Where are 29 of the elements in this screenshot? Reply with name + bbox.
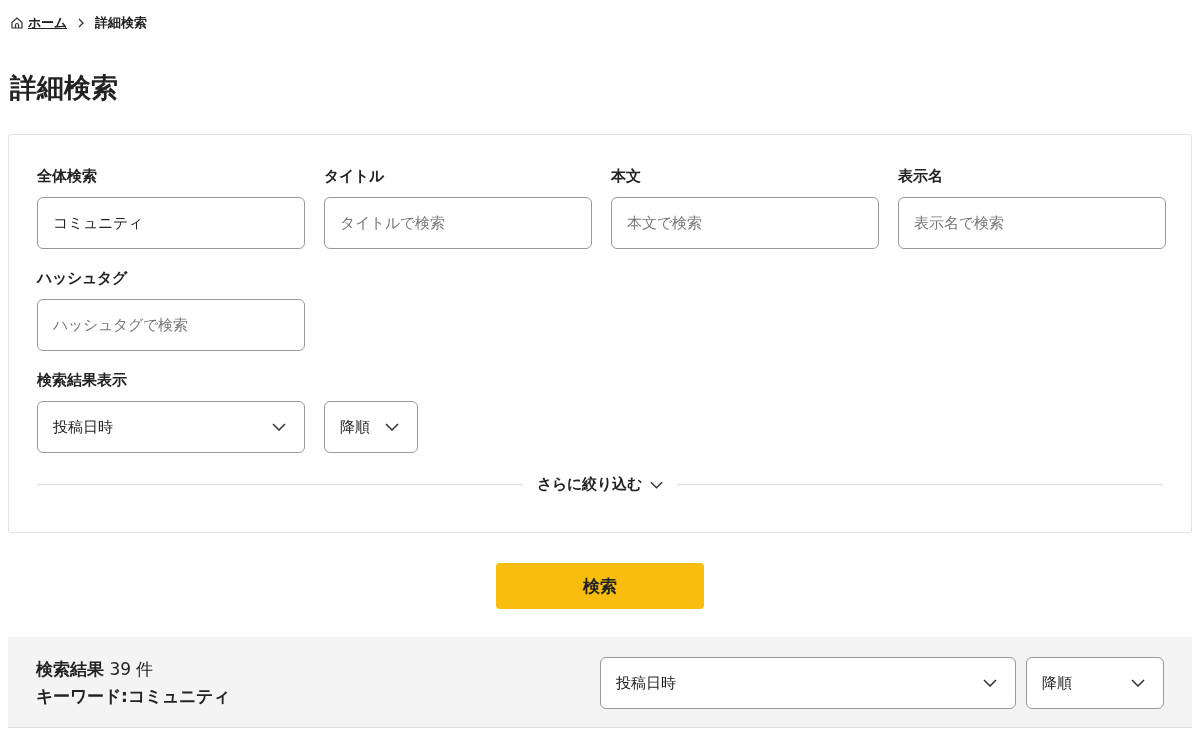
input-field[interactable]: ハッシュタグで検索	[37, 299, 305, 351]
input-field[interactable]: タイトルで検索	[324, 197, 592, 249]
breadcrumb-link[interactable]: ホーム	[28, 14, 67, 32]
sort-order-select[interactable]: 降順	[1026, 657, 1164, 709]
chevron-down-icon	[385, 423, 399, 431]
chevron-down-icon	[272, 423, 286, 431]
chevron-down-icon	[650, 480, 663, 489]
input-field[interactable]: 表示名で検索	[898, 197, 1166, 249]
chevron-down-icon	[1131, 679, 1145, 687]
field-label: 本文	[611, 166, 642, 187]
chevron-down-icon	[983, 679, 997, 687]
refine-toggle[interactable]: さらに絞り込む	[537, 475, 663, 494]
input-field[interactable]: コミュニティ	[37, 197, 305, 249]
home-icon	[10, 16, 24, 30]
field-label: タイトル	[324, 166, 385, 187]
chevron-right-icon	[77, 18, 85, 28]
sort-field-select[interactable]: 投稿日時	[600, 657, 1016, 709]
sort-field-select[interactable]: 投稿日時	[37, 401, 305, 453]
input-field[interactable]: 本文で検索	[611, 197, 879, 249]
result-keyword: キーワード:コミュニティ	[36, 685, 230, 708]
page-title: 詳細検索	[10, 71, 119, 105]
result-count: 検索結果 39 件	[36, 658, 155, 681]
field-label: ハッシュタグ	[37, 268, 129, 289]
search-button[interactable]: 検索	[496, 563, 704, 609]
field-label: 全体検索	[37, 166, 98, 187]
field-label: 表示名	[898, 166, 944, 187]
field-label: 検索結果表示	[37, 370, 128, 391]
sort-order-select[interactable]: 降順	[324, 401, 418, 453]
breadcrumb-current: 詳細検索	[95, 14, 147, 32]
